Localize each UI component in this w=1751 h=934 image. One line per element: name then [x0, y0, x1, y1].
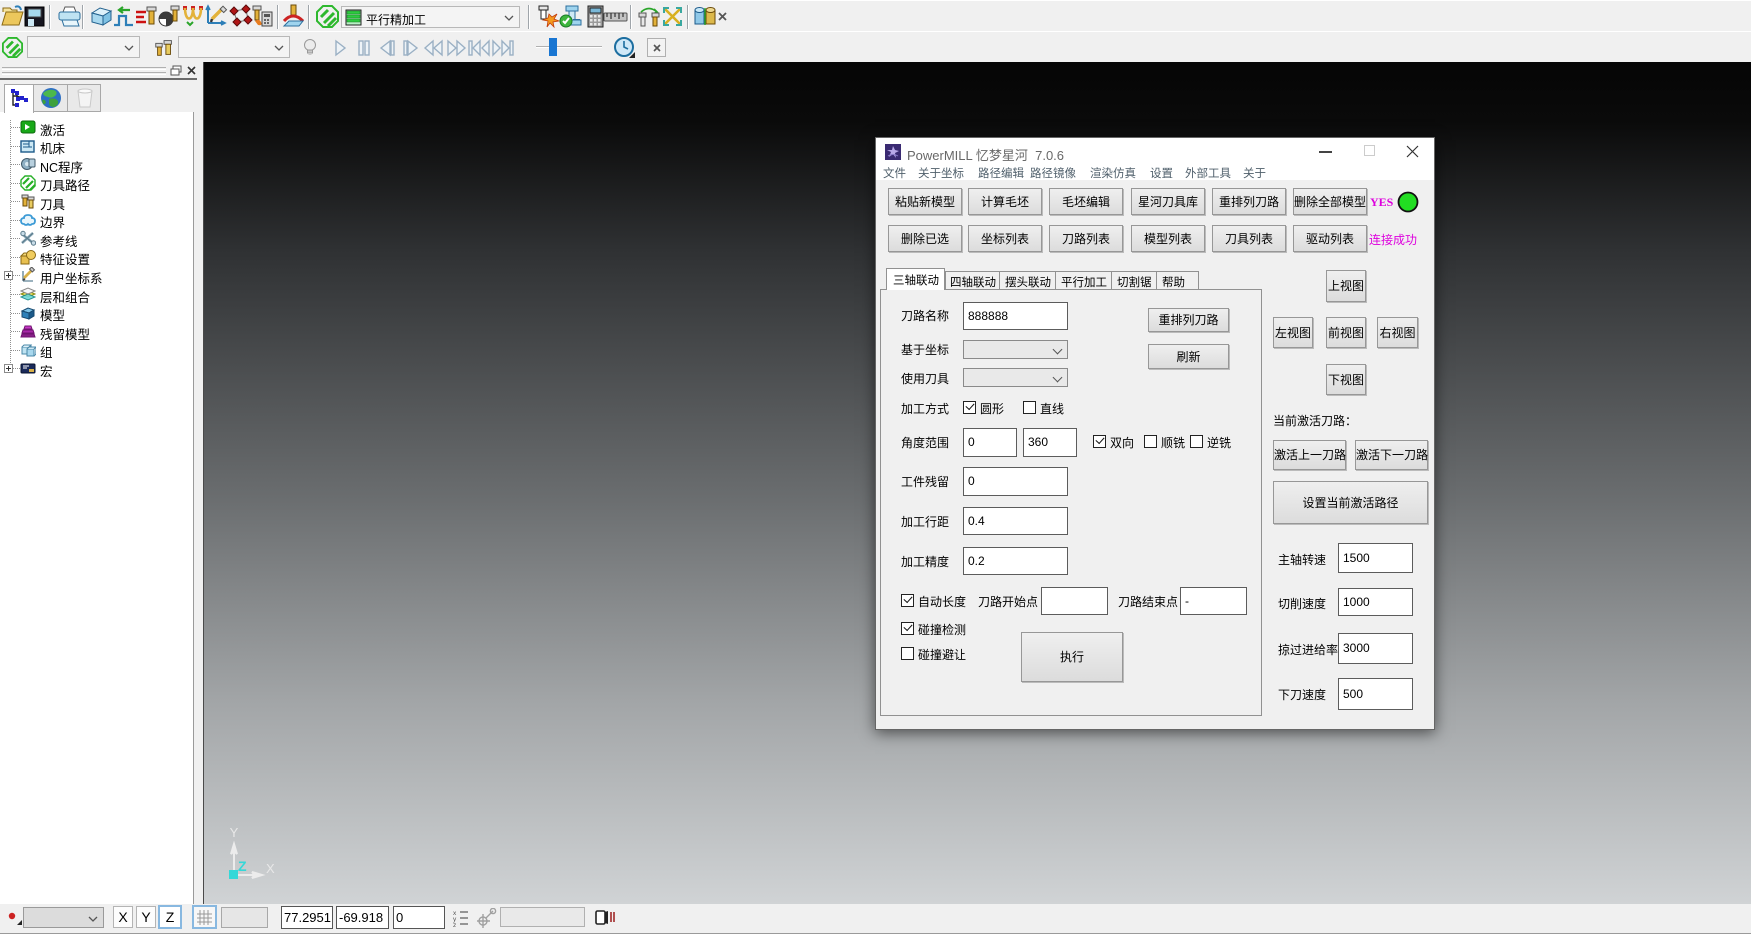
svg-text:z: z: [453, 922, 456, 928]
svg-text:X: X: [266, 861, 275, 876]
svg-text:Z: Z: [238, 858, 247, 874]
svg-text:Y: Y: [230, 825, 239, 840]
